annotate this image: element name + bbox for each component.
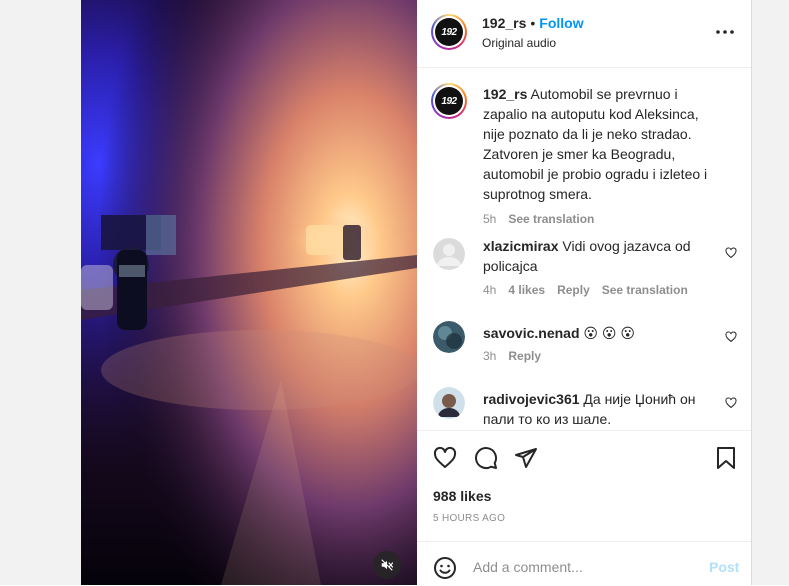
commenter-avatar[interactable] bbox=[433, 238, 465, 270]
save-bookmark-icon[interactable] bbox=[715, 446, 737, 470]
see-translation-button[interactable]: See translation bbox=[602, 283, 688, 297]
comment-item: radivojevic361 Да није Џонић он пали то … bbox=[417, 387, 751, 430]
caption-text: Automobil se prevrnuo i zapalio na autop… bbox=[483, 86, 708, 202]
comment-meta: 3h Reply bbox=[483, 349, 553, 363]
photo-avatar bbox=[433, 387, 465, 419]
comment-username[interactable]: xlazicmirax bbox=[483, 238, 559, 254]
like-heart-icon[interactable] bbox=[433, 446, 457, 470]
comment-bubble-icon[interactable] bbox=[474, 446, 498, 470]
comment-text-block: savovic.nenad 😮 😮 😮 bbox=[483, 323, 723, 343]
comment-text-block: xlazicmirax Vidi ovog jazavca od policaj… bbox=[483, 236, 723, 276]
like-comment-heart-icon[interactable] bbox=[725, 397, 737, 409]
comment-text: 😮 😮 😮 bbox=[583, 325, 635, 341]
caption-text-block: 192_rs Automobil se prevrnuo i zapalio n… bbox=[483, 84, 719, 204]
video-player[interactable] bbox=[81, 0, 417, 585]
comment-input[interactable]: Add a comment... bbox=[473, 559, 583, 575]
comment-username[interactable]: radivojevic361 bbox=[483, 391, 580, 407]
commenter-avatar[interactable] bbox=[433, 387, 465, 419]
comments-list[interactable]: 192 192_rs Automobil se prevrnuo i zapal… bbox=[417, 68, 751, 430]
separator-dot: • bbox=[530, 15, 536, 31]
share-paper-plane-icon[interactable] bbox=[514, 446, 538, 470]
mute-toggle-button[interactable] bbox=[373, 551, 401, 579]
post-actions: 988 likes 5 HOURS AGO bbox=[417, 430, 751, 541]
avatar-logo-text: 192 bbox=[435, 87, 463, 115]
comment-likes[interactable]: 4 likes bbox=[508, 283, 545, 297]
photo-avatar bbox=[433, 321, 465, 353]
comment-item: xlazicmirax Vidi ovog jazavca od policaj… bbox=[417, 238, 751, 298]
post-header: 192 192_rs • Follow Original audio bbox=[417, 0, 751, 68]
caption-meta: 5h See translation bbox=[483, 212, 606, 226]
muted-speaker-icon bbox=[381, 559, 394, 571]
post-time[interactable]: 5 HOURS AGO bbox=[433, 513, 505, 524]
avatar-logo-text: 192 bbox=[435, 18, 463, 46]
header-title-line: 192_rs • Follow bbox=[482, 15, 584, 31]
comment-meta: 4h 4 likes Reply See translation bbox=[483, 283, 700, 297]
author-avatar[interactable]: 192 bbox=[431, 14, 467, 50]
follow-button[interactable]: Follow bbox=[539, 15, 583, 31]
emoji-icon[interactable] bbox=[433, 556, 457, 580]
default-avatar-icon bbox=[433, 238, 465, 270]
like-comment-heart-icon[interactable] bbox=[725, 331, 737, 343]
author-username[interactable]: 192_rs bbox=[482, 15, 526, 31]
comment-text-block: radivojevic361 Да није Џонић он пали то … bbox=[483, 389, 723, 429]
comment-username[interactable]: savovic.nenad bbox=[483, 325, 580, 341]
audio-label[interactable]: Original audio bbox=[482, 36, 556, 50]
commenter-avatar[interactable] bbox=[433, 321, 465, 353]
caption-author-avatar[interactable]: 192 bbox=[431, 83, 467, 119]
comment-time[interactable]: 4h bbox=[483, 283, 496, 297]
caption-username[interactable]: 192_rs bbox=[483, 86, 527, 102]
likes-count[interactable]: 988 likes bbox=[433, 488, 491, 504]
backdrop-right bbox=[752, 0, 789, 585]
post-details-panel: 192 192_rs • Follow Original audio 192 192… bbox=[417, 0, 752, 585]
more-options-icon[interactable] bbox=[714, 27, 736, 37]
backdrop-left bbox=[0, 0, 81, 585]
reply-button[interactable]: Reply bbox=[508, 349, 541, 363]
comment-item: savovic.nenad 😮 😮 😮 3h Reply bbox=[417, 321, 751, 366]
reply-button[interactable]: Reply bbox=[557, 283, 590, 297]
comment-time[interactable]: 3h bbox=[483, 349, 496, 363]
like-comment-heart-icon[interactable] bbox=[725, 247, 737, 259]
caption-time[interactable]: 5h bbox=[483, 212, 496, 226]
comment-composer: Add a comment... Post bbox=[417, 541, 751, 586]
caption-see-translation[interactable]: See translation bbox=[508, 212, 594, 226]
caption: 192 192_rs Automobil se prevrnuo i zapal… bbox=[417, 80, 751, 226]
video-frame bbox=[81, 0, 417, 585]
post-comment-button[interactable]: Post bbox=[709, 559, 739, 575]
